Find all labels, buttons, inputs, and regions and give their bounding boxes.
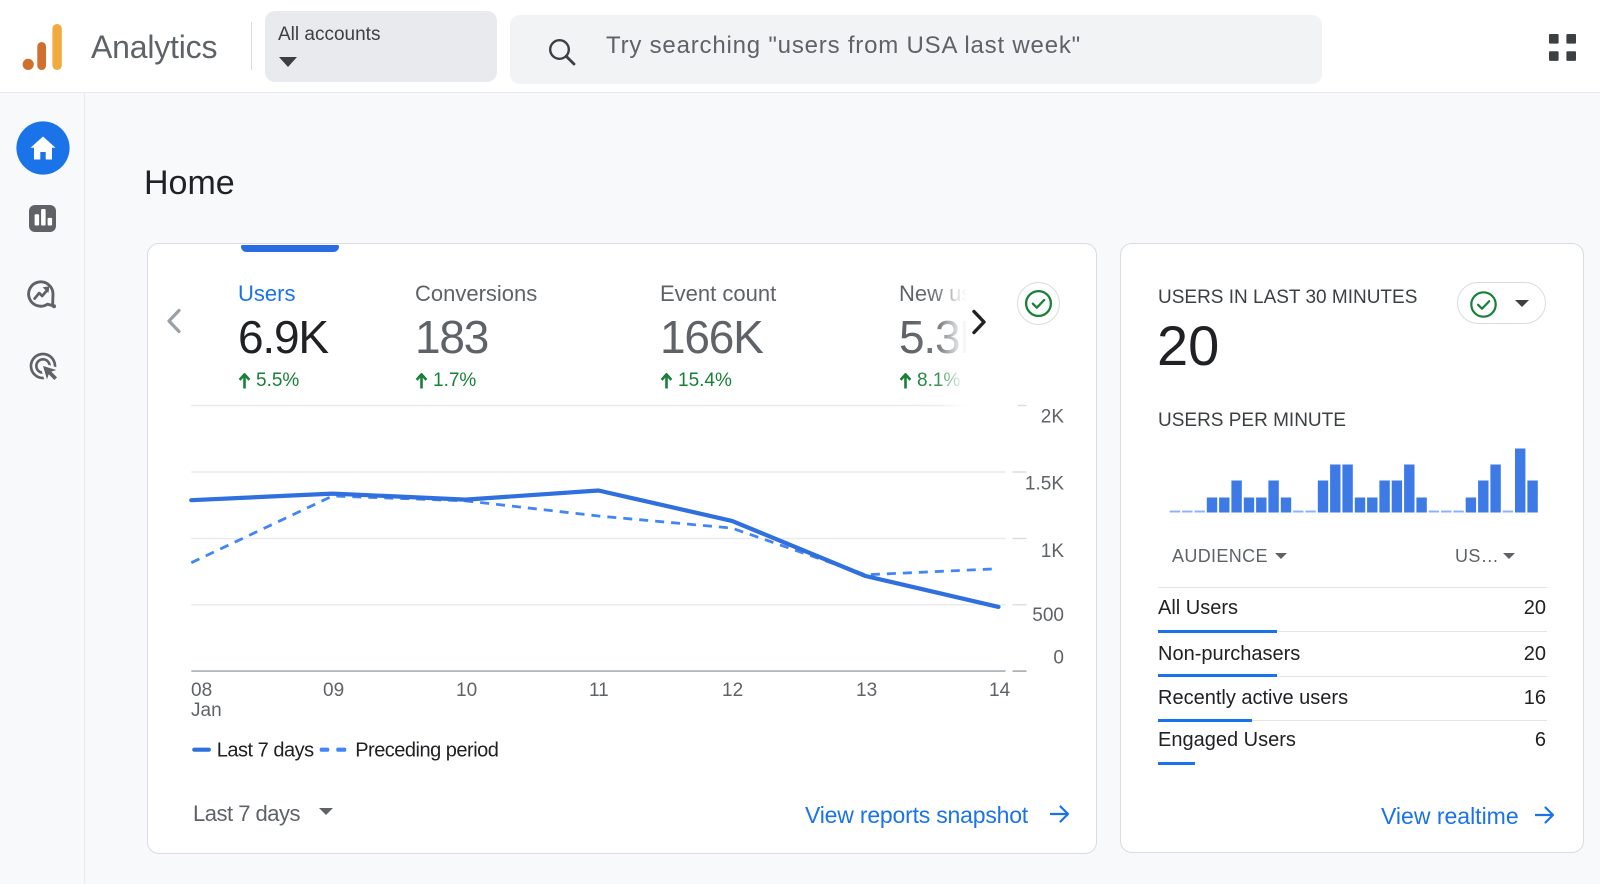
svg-text:10: 10 — [456, 680, 477, 701]
svg-text:08: 08 — [191, 680, 212, 701]
svg-text:09: 09 — [323, 680, 344, 701]
svg-text:Jan: Jan — [191, 700, 222, 721]
svg-text:2K: 2K — [1041, 406, 1065, 427]
svg-text:0: 0 — [1053, 648, 1064, 669]
svg-text:12: 12 — [722, 680, 743, 701]
svg-text:14: 14 — [989, 680, 1011, 701]
svg-text:13: 13 — [856, 680, 877, 701]
svg-text:11: 11 — [589, 680, 609, 701]
svg-text:Last 7 days: Last 7 days — [217, 740, 314, 762]
svg-text:1.5K: 1.5K — [1025, 474, 1064, 495]
svg-text:1K: 1K — [1041, 541, 1065, 562]
svg-text:500: 500 — [1032, 605, 1064, 626]
svg-text:Preceding period: Preceding period — [355, 740, 498, 762]
